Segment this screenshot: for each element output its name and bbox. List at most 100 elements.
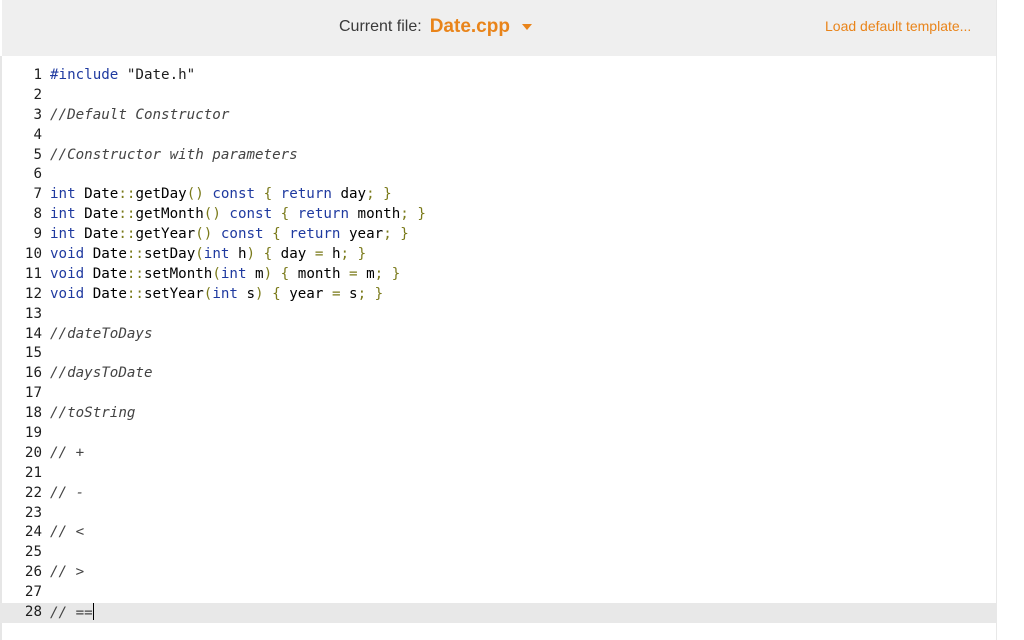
line-number: 10: [24, 246, 42, 263]
code-token: }: [349, 246, 367, 263]
code-token: month: [289, 265, 350, 282]
code-line[interactable]: 3 //Default Constructor: [0, 106, 996, 126]
code-token: void: [50, 285, 85, 302]
code-token: setYear: [143, 285, 204, 302]
code-line[interactable]: 1 #include "Date.h": [0, 66, 996, 86]
current-file-name[interactable]: Date.cpp: [430, 16, 510, 38]
code-token: ;: [400, 206, 409, 223]
code-text[interactable]: int Date::getMonth() const { return mont…: [50, 205, 426, 225]
load-default-template-link[interactable]: Load default template...: [825, 18, 971, 34]
code-token: m: [246, 265, 264, 282]
code-token: setDay: [143, 246, 196, 263]
code-token: int: [220, 265, 247, 282]
chevron-down-icon[interactable]: [521, 24, 532, 30]
code-token: (: [212, 265, 221, 282]
code-text[interactable]: #include "Date.h": [50, 66, 195, 86]
code-line[interactable]: 13: [0, 305, 996, 325]
code-line[interactable]: 8 int Date::getMonth() const { return mon…: [0, 205, 996, 225]
code-token: int: [50, 226, 76, 243]
code-text[interactable]: void Date::setMonth(int m) { month = m; …: [50, 265, 400, 285]
code-token: ;: [340, 246, 350, 263]
code-token: Date: [84, 265, 127, 282]
text-cursor: [92, 603, 94, 621]
code-token: month: [349, 206, 401, 223]
code-text[interactable]: //Default Constructor: [50, 106, 229, 126]
code-token: ): [246, 246, 256, 263]
code-token: void: [50, 265, 85, 282]
line-number: 20: [24, 444, 42, 461]
line-number: 23: [24, 504, 42, 521]
code-text[interactable]: //dateToDays: [50, 325, 153, 345]
code-text[interactable]: // ==: [50, 603, 94, 624]
editor-scrollbar-track[interactable]: [996, 0, 1024, 640]
code-token: Date: [75, 186, 119, 203]
code-text[interactable]: int Date::getDay() const { return day; }: [50, 185, 392, 205]
line-number: 16: [24, 365, 42, 382]
code-line[interactable]: 19: [0, 424, 996, 444]
line-number: 7: [33, 186, 42, 203]
line-number: 11: [24, 265, 42, 282]
code-text[interactable]: //Constructor with parameters: [50, 146, 298, 166]
code-line[interactable]: 11 void Date::setMonth(int m) { month = m…: [0, 265, 996, 285]
code-line[interactable]: 22 // -: [0, 484, 996, 504]
code-text[interactable]: void Date::setYear(int s) { year = s; }: [50, 285, 383, 305]
line-number: 6: [33, 166, 42, 183]
code-token: {: [255, 246, 273, 263]
code-line[interactable]: 26 // >: [0, 563, 996, 583]
code-line[interactable]: 6: [0, 165, 996, 185]
code-token: ::: [126, 285, 144, 302]
code-token: Date: [84, 285, 127, 302]
code-token: ): [255, 285, 264, 302]
code-text[interactable]: // <: [50, 523, 84, 543]
line-number: 25: [24, 544, 42, 561]
line-number: 15: [24, 345, 42, 362]
code-line[interactable]: 4: [0, 126, 996, 146]
code-line[interactable]: 15: [0, 344, 996, 364]
code-token: //Default Constructor: [50, 106, 230, 123]
code-token: (): [186, 186, 204, 203]
code-token: (): [195, 226, 213, 243]
code-line[interactable]: 18 //toString: [0, 404, 996, 424]
code-token: (): [203, 206, 221, 223]
code-token: // >: [50, 564, 85, 581]
code-token: getYear: [135, 226, 196, 243]
line-number: 28: [24, 604, 42, 621]
code-lines[interactable]: 1 #include "Date.h" 2 3//Default Constructo…: [0, 66, 996, 623]
current-file-label: Current file:: [339, 18, 422, 35]
code-token: getMonth: [135, 206, 204, 223]
code-line[interactable]: 2: [0, 86, 996, 106]
code-line[interactable]: 16 //daysToDate: [0, 364, 996, 384]
code-line[interactable]: 20 // +: [0, 444, 996, 464]
code-line[interactable]: 23: [0, 504, 996, 524]
code-line[interactable]: 7 int Date::getDay() const { return day; …: [0, 185, 996, 205]
code-token: // <: [50, 524, 85, 541]
code-line[interactable]: 17: [0, 384, 996, 404]
code-line[interactable]: 28 // ==: [0, 603, 996, 623]
code-token: int: [50, 186, 76, 203]
line-number: 4: [33, 126, 42, 143]
code-line[interactable]: 27: [0, 583, 996, 603]
code-text[interactable]: void Date::setDay(int h) { day = h; }: [50, 245, 366, 265]
code-line[interactable]: 10 void Date::setDay(int h) { day = h; }: [0, 245, 996, 265]
code-line[interactable]: 14 //dateToDays: [0, 325, 996, 345]
code-line[interactable]: 9 int Date::getYear() const { return year…: [0, 225, 996, 245]
code-token: ::: [118, 206, 136, 223]
current-file-selector[interactable]: Current file: Date.cpp: [339, 14, 532, 40]
line-number: 17: [24, 385, 42, 402]
code-text[interactable]: // >: [50, 563, 84, 583]
code-token: const: [212, 226, 273, 243]
code-text[interactable]: int Date::getYear() const { return year;…: [50, 225, 409, 245]
code-line[interactable]: 21: [0, 464, 996, 484]
code-text[interactable]: //toString: [50, 404, 135, 424]
code-token: // -: [50, 484, 85, 501]
code-token: (: [195, 246, 204, 263]
code-token: void: [50, 246, 85, 263]
code-line[interactable]: 24 // <: [0, 523, 996, 543]
code-text[interactable]: // +: [50, 444, 84, 464]
code-line[interactable]: 25: [0, 543, 996, 563]
code-line[interactable]: 5 //Constructor with parameters: [0, 146, 996, 166]
code-text[interactable]: // -: [50, 484, 84, 504]
code-line[interactable]: 12 void Date::setYear(int s) { year = s; …: [0, 285, 996, 305]
code-token: //dateToDays: [50, 325, 153, 342]
code-text[interactable]: //daysToDate: [50, 364, 153, 384]
